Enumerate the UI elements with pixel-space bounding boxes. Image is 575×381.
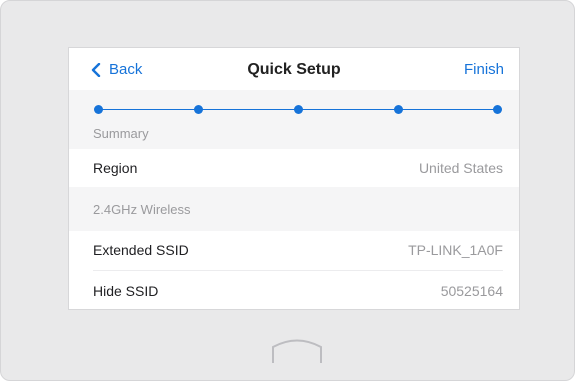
region-label: Region [93, 160, 138, 176]
setup-screen: Back Quick Setup Finish Summary Region U… [68, 47, 520, 310]
extended-ssid-row: Extended SSID TP-LINK_1A0F [69, 231, 519, 269]
row-divider [93, 270, 503, 271]
step-dot-3 [294, 105, 303, 114]
step-dot-5 [493, 105, 502, 114]
wireless-section-label: 2.4GHz Wireless [93, 202, 191, 217]
finish-button[interactable]: Finish [464, 60, 504, 80]
step-progress [94, 105, 502, 115]
step-dot-4 [394, 105, 403, 114]
hide-ssid-row: Hide SSID 50525164 [69, 272, 519, 309]
extended-ssid-value: TP-LINK_1A0F [408, 242, 503, 258]
ssid-group: Extended SSID TP-LINK_1A0F Hide SSID 505… [69, 231, 519, 309]
region-row: Region United States [69, 149, 519, 187]
region-value: United States [418, 160, 503, 176]
header-bar: Back Quick Setup Finish [69, 48, 519, 90]
device-frame: Back Quick Setup Finish Summary Region U… [0, 0, 575, 381]
hide-ssid-value: 50525164 [440, 283, 503, 299]
page-title: Quick Setup [247, 61, 341, 78]
summary-section-label: Summary [93, 126, 149, 141]
extended-ssid-label: Extended SSID [93, 242, 189, 258]
hide-ssid-label: Hide SSID [93, 283, 159, 299]
step-dot-1 [94, 105, 103, 114]
home-icon[interactable] [269, 336, 325, 364]
step-dot-2 [194, 105, 203, 114]
